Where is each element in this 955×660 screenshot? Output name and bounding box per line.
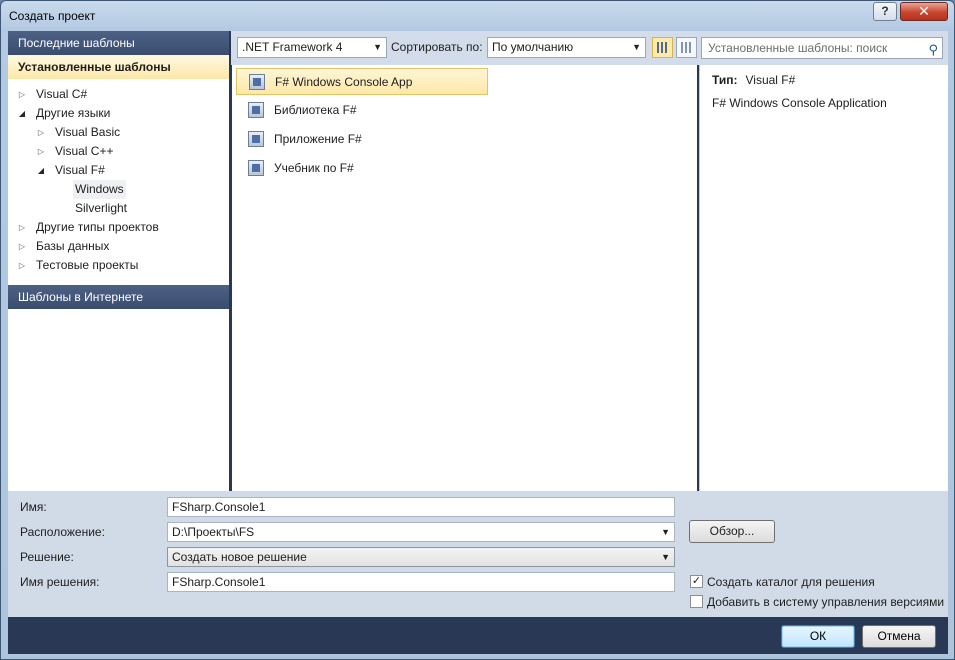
dialog-footer: ОК Отмена (8, 617, 948, 654)
framework-select[interactable]: .NET Framework 4 ▼ (237, 37, 387, 58)
collapsed-arrow-icon[interactable]: ▷ (35, 123, 47, 142)
window-title: Создать проект (9, 9, 96, 23)
tree-item[interactable]: Silverlight (8, 199, 229, 218)
online-templates-header[interactable]: Шаблоны в Интернете (8, 285, 229, 309)
template-tree: ▷ Visual C# ◢ Другие языки ▷ Visual Basic ▷ Vis… (8, 79, 229, 285)
tree-item-label: Другие языки (36, 106, 111, 120)
project-settings-form: Имя: FSharp.Console1 Расположение: D:\Пр… (8, 491, 948, 617)
collapsed-arrow-icon[interactable]: ▷ (16, 256, 28, 275)
dialog-body: Последние шаблоны Установленные шаблоны … (8, 31, 948, 654)
add-source-control-checkbox[interactable] (690, 595, 703, 608)
create-directory-checkbox[interactable]: ✓ (690, 575, 703, 588)
tree-item[interactable]: ◢ Другие языки (8, 104, 229, 123)
search-placeholder: Установленные шаблоны: поиск (708, 41, 888, 55)
solution-select[interactable]: Создать новое решение ▼ (167, 547, 675, 567)
browse-button[interactable]: Обзор... (689, 520, 775, 543)
tree-item[interactable]: ◢ Visual F# (8, 161, 229, 180)
template-item[interactable]: Учебник по F# (236, 155, 488, 182)
template-toolbar: .NET Framework 4 ▼ Сортировать по: По ум… (229, 31, 948, 65)
new-project-dialog: Создать проект ? ✕ Последние шаблоны Уст… (0, 0, 955, 660)
location-value: D:\Проекты\FS (172, 525, 255, 539)
chevron-down-icon[interactable]: ▼ (661, 523, 670, 541)
solution-value: Создать новое решение (172, 550, 307, 564)
location-label: Расположение: (20, 525, 105, 539)
title-bar[interactable]: Создать проект ? ✕ (1, 1, 954, 31)
template-item[interactable]: Приложение F# (236, 126, 488, 153)
grid-view-icon (657, 42, 668, 53)
template-item[interactable]: F# Windows Console App (236, 68, 488, 95)
collapsed-arrow-icon[interactable]: ▷ (16, 218, 28, 237)
template-type: Тип: Visual F# (712, 73, 795, 87)
template-item-label: Учебник по F# (274, 161, 354, 175)
template-info-pane: Тип: Visual F# F# Windows Console Applica… (699, 65, 948, 491)
template-description: F# Windows Console Application (712, 96, 887, 110)
expanded-arrow-icon[interactable]: ◢ (16, 104, 28, 123)
template-type-label: Тип: (712, 73, 738, 87)
template-categories-pane: Последние шаблоны Установленные шаблоны … (8, 31, 229, 491)
small-icons-view-button[interactable] (676, 37, 697, 58)
template-type-value: Visual F# (745, 73, 796, 87)
tree-item-label: Silverlight (75, 201, 128, 215)
template-search-input[interactable]: Установленные шаблоны: поиск ⚲ (701, 37, 943, 59)
template-item-label: F# Windows Console App (275, 75, 413, 89)
chevron-down-icon: ▼ (661, 552, 670, 562)
tree-item-label: Windows (73, 180, 126, 199)
tree-item-label: Базы данных (36, 239, 110, 253)
name-label: Имя: (20, 500, 47, 514)
tree-item[interactable]: Windows (8, 180, 229, 199)
template-item-label: Приложение F# (274, 132, 362, 146)
ok-button[interactable]: ОК (781, 625, 855, 648)
framework-select-value: .NET Framework 4 (242, 40, 343, 54)
tree-item-label: Visual C# (36, 87, 88, 101)
location-combo[interactable]: D:\Проекты\FS ▼ (167, 522, 675, 542)
tree-item-label: Visual F# (55, 163, 105, 177)
application-icon (248, 131, 264, 147)
help-button[interactable]: ? (873, 2, 897, 21)
solution-name-label: Имя решения: (20, 575, 100, 589)
tree-item[interactable]: ▷ Visual C++ (8, 142, 229, 161)
solution-label: Решение: (20, 550, 74, 564)
tree-item[interactable]: ▷ Тестовые проекты (8, 256, 229, 275)
tree-item[interactable]: ▷ Другие типы проектов (8, 218, 229, 237)
close-button[interactable]: ✕ (900, 2, 948, 21)
create-directory-label[interactable]: Создать каталог для решения (707, 575, 875, 589)
search-icon[interactable]: ⚲ (928, 40, 938, 60)
recent-templates-header[interactable]: Последние шаблоны (8, 31, 229, 55)
add-source-control-label[interactable]: Добавить в систему управления версиями (707, 595, 944, 609)
sort-select-value: По умолчанию (492, 40, 574, 54)
collapsed-arrow-icon[interactable]: ▷ (35, 142, 47, 161)
list-view-icon (681, 42, 692, 53)
collapsed-arrow-icon[interactable]: ▷ (16, 85, 28, 104)
checkmark-icon: ✓ (691, 575, 702, 587)
tree-item[interactable]: ▷ Visual Basic (8, 123, 229, 142)
tree-item-label: Другие типы проектов (36, 220, 159, 234)
template-item[interactable]: Библиотека F# (236, 97, 488, 124)
solution-name-field[interactable]: FSharp.Console1 (167, 572, 675, 592)
tree-item-label: Тестовые проекты (36, 258, 139, 272)
cancel-button[interactable]: Отмена (862, 625, 936, 648)
tree-item[interactable]: ▷ Базы данных (8, 237, 229, 256)
sort-select[interactable]: По умолчанию ▼ (487, 37, 646, 58)
project-name-field[interactable]: FSharp.Console1 (167, 497, 675, 517)
chevron-down-icon: ▼ (373, 42, 382, 52)
console-app-icon (249, 74, 265, 90)
tree-item-label: Visual C++ (55, 144, 114, 158)
installed-templates-header[interactable]: Установленные шаблоны (8, 55, 229, 79)
tree-item-label: Visual Basic (55, 125, 121, 139)
template-item-label: Библиотека F# (274, 103, 357, 117)
collapsed-arrow-icon[interactable]: ▷ (16, 237, 28, 256)
chevron-down-icon: ▼ (632, 42, 641, 52)
expanded-arrow-icon[interactable]: ◢ (35, 161, 47, 180)
tutorial-icon (248, 160, 264, 176)
sort-label: Сортировать по: (391, 40, 483, 54)
tree-item[interactable]: ▷ Visual C# (8, 85, 229, 104)
medium-icons-view-button[interactable] (652, 37, 673, 58)
library-icon (248, 102, 264, 118)
template-list: F# Windows Console App Библиотека F# Прило… (232, 65, 697, 491)
